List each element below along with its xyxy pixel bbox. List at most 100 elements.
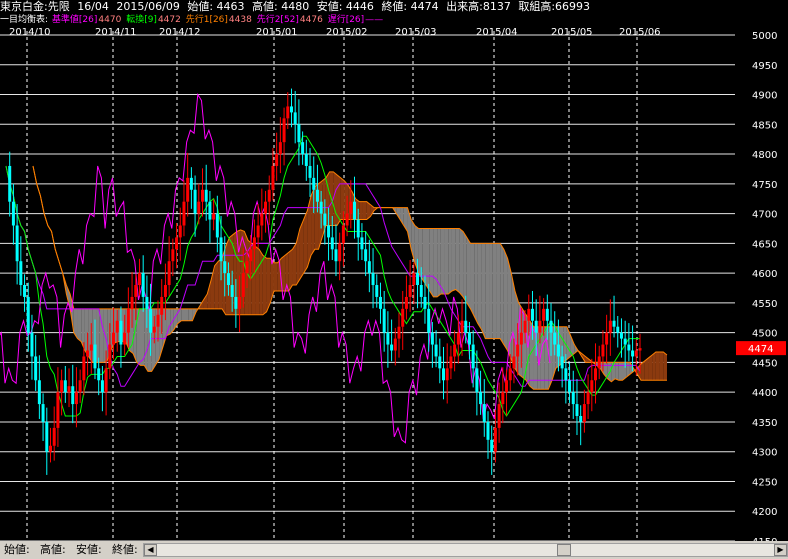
candle-body	[249, 249, 253, 262]
legend-tenkan-value: 4472	[157, 15, 181, 25]
candle-body	[323, 213, 327, 226]
candle-body	[423, 296, 427, 309]
candle-body	[479, 392, 483, 405]
legend-chikou-label: 遅行[26]	[327, 15, 365, 25]
x-tick-label: 2014/12	[159, 27, 201, 38]
candle-body	[126, 308, 130, 333]
scroll-thumb[interactable]	[557, 544, 571, 556]
x-tick-label: 2015/04	[476, 27, 518, 38]
candle-body	[175, 237, 179, 250]
candle-body	[460, 320, 464, 333]
candle-body	[171, 249, 175, 262]
candle-body	[97, 368, 101, 381]
candle-body	[627, 344, 631, 351]
scroll-left-arrow-icon[interactable]: ◀	[144, 544, 157, 556]
volume: 出来高:8137	[446, 0, 511, 13]
cloud-segment	[492, 243, 497, 339]
candle-body	[612, 320, 616, 327]
cloud-segment	[500, 243, 504, 345]
cloud-segment	[648, 354, 653, 381]
candle-body	[390, 344, 394, 351]
candle-body	[167, 261, 171, 286]
candle-body	[156, 314, 160, 327]
cloud-segment	[362, 201, 367, 220]
candle-body	[123, 332, 127, 345]
candle-body	[568, 380, 572, 393]
candle-body	[212, 213, 216, 220]
y-tick-label: 4500	[752, 329, 777, 340]
candle-body	[108, 344, 112, 369]
candle-body	[330, 237, 334, 250]
candle-body	[15, 225, 19, 262]
horizontal-scrollbar[interactable]: ◀ ▶	[143, 543, 788, 557]
candle-body	[189, 177, 193, 190]
candle-body	[597, 356, 601, 369]
candle-body	[93, 344, 97, 369]
cloud-segment	[663, 351, 667, 381]
candle-body	[631, 350, 635, 357]
candle-body	[8, 165, 12, 202]
candle-body	[482, 404, 486, 422]
cloud-segment	[440, 228, 445, 294]
candle-body	[542, 308, 546, 321]
y-tick-label: 4800	[752, 150, 777, 161]
candle-body	[523, 320, 527, 333]
candle-body	[564, 368, 568, 381]
candle-body	[590, 380, 594, 393]
candle-body	[11, 201, 15, 226]
candle-body	[327, 225, 331, 238]
candle-body	[623, 338, 627, 345]
candle-body	[100, 380, 104, 393]
candle-body	[401, 308, 405, 327]
candle-body	[241, 273, 245, 297]
candle-body	[560, 356, 564, 369]
cloud-segment	[652, 351, 656, 381]
open-price: 始値: 4463	[187, 0, 245, 13]
cloud-segment	[303, 210, 308, 274]
candle-body	[34, 356, 38, 381]
candle-body	[193, 189, 197, 214]
candle-body	[304, 154, 308, 166]
candle-body	[456, 332, 460, 345]
ichimoku-chart[interactable]: 5000 4950 4900 4850 4800 4750 4700 4650 4600 4550…	[0, 27, 788, 541]
candle-body	[360, 237, 364, 250]
candle-body	[378, 296, 382, 309]
candle-body	[112, 332, 116, 345]
candle-body	[23, 285, 27, 297]
candle-body	[41, 404, 45, 422]
candle-body	[275, 154, 279, 166]
candle-body	[393, 338, 397, 351]
cloud-segment	[448, 228, 452, 294]
candle-body	[512, 356, 516, 369]
legend-tenkan: 転換[9]4472	[126, 15, 182, 25]
cloud-segment	[496, 243, 501, 339]
candle-body	[404, 296, 408, 309]
quote-date: 2015/06/09	[116, 0, 180, 13]
candle-body	[37, 380, 41, 405]
candle-body	[52, 427, 56, 446]
candle-body	[619, 332, 623, 339]
candle-body	[419, 285, 423, 297]
scroll-right-arrow-icon[interactable]: ▶	[774, 544, 787, 556]
candle-body	[571, 392, 575, 405]
x-tick-label: 2015/01	[256, 27, 298, 38]
y-tick-label: 4250	[752, 477, 777, 488]
candle-body	[427, 308, 431, 333]
candle-body	[71, 386, 75, 405]
candle-body	[438, 356, 442, 369]
legend-kijun: 基準値[26]4470	[52, 15, 122, 25]
y-tick-label: 4550	[752, 299, 777, 310]
legend-senkou2: 先行2[52]4476	[257, 15, 324, 25]
candle-body	[19, 261, 23, 286]
legend-senkou1: 先行1[26]4438	[186, 15, 253, 25]
candle-body	[538, 320, 542, 333]
candle-body	[134, 285, 138, 297]
candle-body	[349, 201, 353, 214]
candle-body	[278, 142, 282, 155]
x-tick-label: 2015/05	[551, 27, 593, 38]
candle-body	[86, 350, 90, 357]
indicator-legend: 一目均衡表: 基準値[26]4470 転換[9]4472 先行1[26]4438…	[0, 14, 788, 27]
cloud-segment	[444, 228, 449, 294]
candle-body	[382, 308, 386, 333]
legend-prefix: 一目均衡表:	[0, 15, 49, 25]
